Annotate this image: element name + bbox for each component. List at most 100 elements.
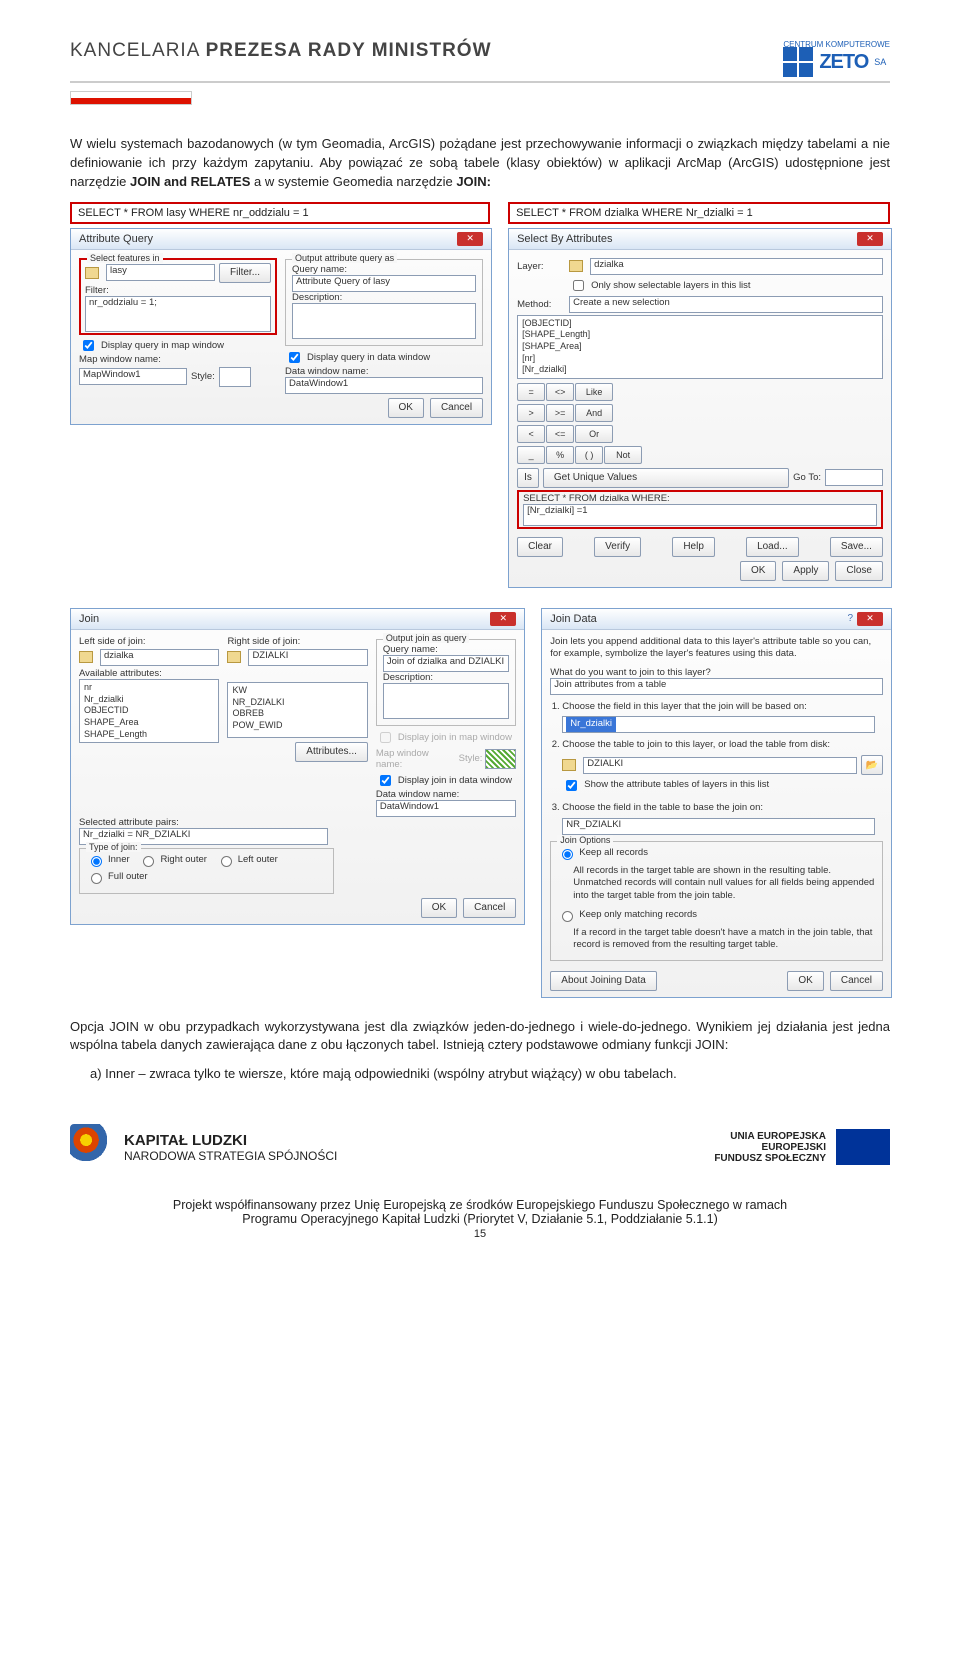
ok-button[interactable]: OK — [740, 561, 776, 581]
jd-title: Join Data — [550, 613, 596, 625]
fo-label: Full outer — [108, 871, 148, 882]
what-select[interactable]: Join attributes from a table — [550, 678, 883, 695]
sba-layer-label: Layer: — [517, 261, 565, 272]
field-list[interactable]: [OBJECTID] [SHAPE_Length] [SHAPE_Area] [… — [517, 315, 883, 379]
cancel-button[interactable]: Cancel — [830, 971, 883, 991]
keep-all-radio[interactable]: Keep all records — [557, 846, 648, 860]
right-attrs-list[interactable]: KW NR_DZIALKI OBREB POW_EWID — [227, 682, 367, 738]
op-pct[interactable]: % — [546, 446, 574, 464]
display-data-checkbox[interactable]: Display query in data window — [285, 349, 430, 366]
only-selectable-checkbox[interactable]: Only show selectable layers in this list — [569, 277, 750, 294]
browse-icon[interactable]: 📂 — [861, 755, 883, 775]
op-not[interactable]: Not — [604, 446, 642, 464]
gov-title-2: PREZESA RADY MINISTRÓW — [206, 40, 492, 61]
full-outer-radio[interactable]: Full outer — [86, 870, 148, 884]
out-legend: Output join as query — [383, 633, 470, 643]
op-ne[interactable]: <> — [546, 383, 574, 401]
goto-input[interactable] — [825, 469, 883, 486]
method-select[interactable]: Create a new selection — [569, 296, 883, 313]
desc-textarea[interactable] — [292, 303, 476, 339]
operator-grid: = <> Like > >= And < <= Or _ % — [517, 383, 883, 464]
style-swatch[interactable] — [219, 367, 251, 387]
close-icon[interactable]: ✕ — [490, 612, 516, 626]
show-tables-checkbox[interactable]: Show the attribute tables of layers in t… — [562, 777, 769, 794]
table-icon — [562, 759, 576, 771]
gov-title: KANCELARIA PREZESA RADY MINISTRÓW — [70, 40, 492, 62]
eu-block: UNIA EUROPEJSKA EUROPEJSKI FUNDUSZ SPOŁE… — [714, 1129, 890, 1165]
join-options-group: Join Options Keep all records All record… — [550, 841, 883, 961]
close-icon[interactable]: ✕ — [857, 612, 883, 626]
help-button[interactable]: Help — [672, 537, 715, 557]
display-data-checkbox[interactable]: Display join in data window — [376, 772, 512, 789]
from-label: SELECT * FROM dzialka WHERE: — [523, 493, 877, 504]
help-icon[interactable]: ? — [847, 613, 853, 624]
close-icon[interactable]: ✕ — [457, 232, 483, 246]
left-outer-radio[interactable]: Left outer — [216, 853, 278, 867]
sba-layer-select[interactable]: dzialka — [590, 258, 883, 275]
op-gt[interactable]: > — [517, 404, 545, 422]
match-desc: If a record in the target table doesn't … — [573, 927, 876, 952]
jq-label: Query name: — [383, 644, 509, 655]
cancel-button[interactable]: Cancel — [430, 398, 483, 418]
join-query-input[interactable]: Join of dzialka and DZIALKI — [383, 655, 509, 672]
filter-label: Filter: — [85, 285, 271, 296]
filter-button[interactable]: Filter... — [219, 263, 271, 283]
sba-title-bar: Select By Attributes ✕ — [509, 229, 891, 250]
ok-button[interactable]: OK — [421, 898, 457, 918]
step2-select[interactable]: DZIALKI — [583, 757, 856, 774]
query-row: SELECT * FROM lasy WHERE nr_oddzialu = 1… — [70, 202, 890, 588]
jd-label: Description: — [383, 672, 509, 683]
dm-label: Display query in map window — [101, 340, 224, 351]
selpair-label: Selected attribute pairs: — [79, 817, 516, 828]
inner-radio[interactable]: Inner — [86, 853, 130, 867]
op-paren[interactable]: ( ) — [575, 446, 603, 464]
attribute-query-dialog: Attribute Query ✕ Select features in las… — [70, 228, 492, 425]
footer-line-2: Programu Operacyjnego Kapitał Ludzki (Pr… — [70, 1212, 890, 1226]
right-outer-radio[interactable]: Right outer — [138, 853, 206, 867]
load-button[interactable]: Load... — [746, 537, 799, 557]
join-type-group: Type of join: Inner Right outer Left out… — [79, 848, 334, 894]
lside-label: Left side of join: — [79, 636, 219, 647]
op-eq[interactable]: = — [517, 383, 545, 401]
zeto-text: ZETO — [819, 51, 868, 74]
op-under[interactable]: _ — [517, 446, 545, 464]
ok-button[interactable]: OK — [787, 971, 823, 991]
step3-select[interactable]: NR_DZIALKI — [562, 818, 875, 835]
filter-textarea[interactable]: nr_oddzialu = 1; — [85, 296, 271, 332]
where-textarea[interactable]: [Nr_dzialki] =1 — [523, 504, 877, 526]
type-legend: Type of join: — [86, 842, 141, 852]
attributes-button[interactable]: Attributes... — [295, 742, 368, 762]
clear-button[interactable]: Clear — [517, 537, 563, 557]
op-le[interactable]: <= — [546, 425, 574, 443]
cancel-button[interactable]: Cancel — [463, 898, 516, 918]
get-unique-button[interactable]: Get Unique Values — [543, 468, 789, 488]
save-button[interactable]: Save... — [830, 537, 883, 557]
query-name-input[interactable]: Attribute Query of lasy — [292, 275, 476, 292]
step1-value[interactable]: Nr_dzialki — [566, 717, 616, 732]
eu-line2: EUROPEJSKI — [714, 1142, 826, 1153]
left-attrs-list[interactable]: nr Nr_dzialki OBJECTID SHAPE_Area SHAPE_… — [79, 679, 219, 743]
layer-select[interactable]: lasy — [106, 264, 215, 281]
apply-button[interactable]: Apply — [782, 561, 829, 581]
join-desc-textarea[interactable] — [383, 683, 509, 719]
about-button[interactable]: About Joining Data — [550, 971, 657, 991]
is-button[interactable]: Is — [517, 468, 539, 488]
map-window-select[interactable]: MapWindow1 — [79, 368, 187, 385]
out-legend: Output attribute query as — [292, 253, 397, 263]
ok-button[interactable]: OK — [388, 398, 424, 418]
paragraph-1: W wielu systemach bazodanowych (w tym Ge… — [70, 135, 890, 192]
keep-matching-radio[interactable]: Keep only matching records — [557, 908, 697, 922]
right-select[interactable]: DZIALKI — [248, 649, 367, 666]
data-window-select[interactable]: DataWindow1 — [285, 377, 483, 394]
display-map-checkbox[interactable]: Display query in map window — [79, 337, 224, 354]
footer-line-1: Projekt współfinansowany przez Unię Euro… — [70, 1198, 890, 1212]
left-select[interactable]: dzialka — [100, 649, 219, 666]
close-icon[interactable]: ✕ — [857, 232, 883, 246]
close-button[interactable]: Close — [835, 561, 883, 581]
lo-label: Left outer — [238, 854, 278, 865]
op-ge[interactable]: >= — [546, 404, 574, 422]
data-window-select[interactable]: DataWindow1 — [376, 800, 516, 817]
op-lt[interactable]: < — [517, 425, 545, 443]
verify-button[interactable]: Verify — [594, 537, 641, 557]
zeto-icon — [783, 47, 813, 77]
